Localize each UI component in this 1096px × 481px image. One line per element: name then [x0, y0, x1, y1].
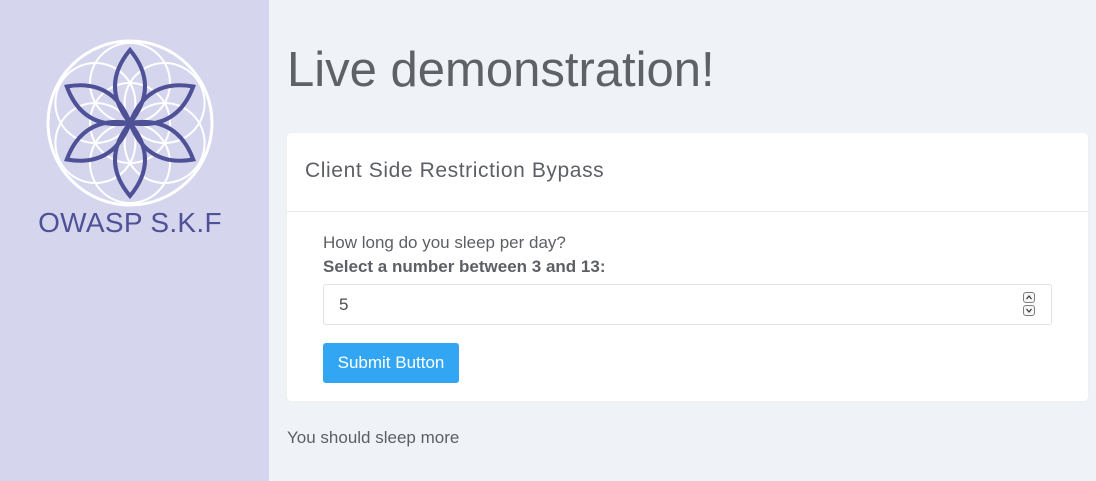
- brand-name[interactable]: OWASP S.K.F: [0, 207, 260, 239]
- card-header: Client Side Restriction Bypass: [287, 133, 1088, 212]
- result-message: You should sleep more: [287, 428, 460, 447]
- number-stepper[interactable]: [1023, 292, 1037, 317]
- sleep-hours-value: 5: [339, 295, 349, 314]
- card-title: Client Side Restriction Bypass: [305, 159, 605, 182]
- chevron-down-icon[interactable]: [1023, 305, 1035, 316]
- challenge-card: Client Side Restriction Bypass How long …: [287, 133, 1088, 401]
- submit-button[interactable]: Submit Button: [323, 343, 459, 383]
- sidebar: OWASP S.K.F: [0, 0, 269, 481]
- chevron-up-icon[interactable]: [1023, 292, 1035, 303]
- sleep-question: How long do you sleep per day?: [323, 233, 566, 252]
- page-title: Live demonstration!: [287, 43, 715, 97]
- number-field-label: Select a number between 3 and 13:: [323, 257, 606, 276]
- flower-of-life-logo-icon: [46, 39, 214, 207]
- sleep-hours-input[interactable]: 5: [323, 284, 1052, 325]
